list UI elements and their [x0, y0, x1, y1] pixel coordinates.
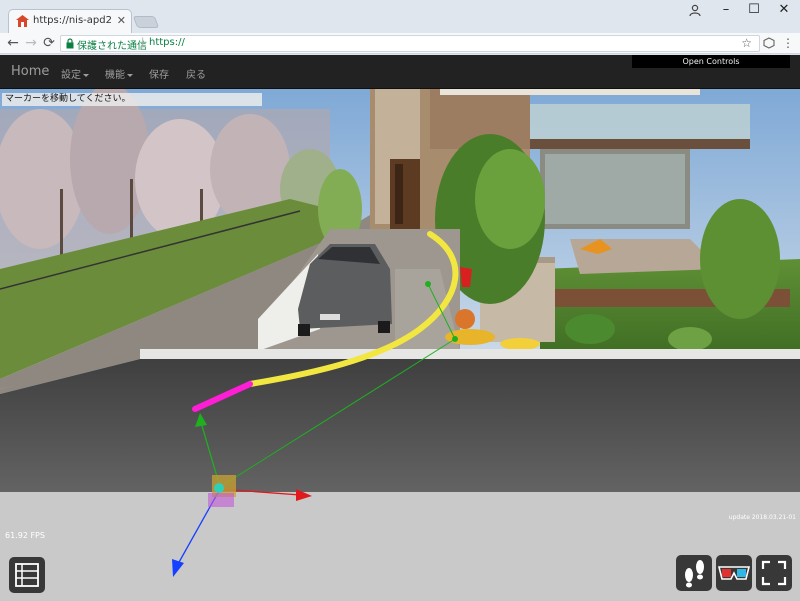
settings-menu-label: 設定 — [61, 70, 81, 81]
gizmo-center — [214, 483, 224, 493]
chevron-down-icon — [83, 73, 89, 77]
list-menu-button[interactable] — [9, 557, 45, 593]
browser-titlebar: https://nis-apd2.com/vi ✕ – ☐ ✕ — [0, 0, 800, 33]
browser-window: https://nis-apd2.com/vi ✕ – ☐ ✕ ← → ⟳ 保護… — [0, 0, 800, 601]
browser-toolbar: ← → ⟳ 保護された通信 | https:// ☆ ⋮ — [0, 33, 800, 54]
3d-glasses-icon — [717, 566, 751, 580]
fullscreen-icon — [761, 560, 787, 586]
lock-icon — [66, 38, 74, 49]
list-menu-icon — [15, 563, 39, 587]
close-window-button[interactable]: ✕ — [766, 0, 800, 22]
fullscreen-button[interactable] — [756, 555, 792, 591]
status-message: マーカーを移動してください。 — [2, 93, 262, 106]
reload-icon[interactable]: ⟳ — [40, 34, 58, 52]
extension-icon[interactable] — [763, 37, 775, 49]
secure-connection-label: 保護された通信 — [77, 41, 147, 52]
open-controls-button[interactable]: Open Controls — [632, 55, 790, 68]
features-menu[interactable]: 機能 — [105, 66, 133, 81]
walk-mode-button[interactable] — [676, 555, 712, 591]
browser-menu-icon[interactable]: ⋮ — [779, 34, 797, 52]
back-arrow-icon[interactable]: ← — [4, 34, 22, 52]
tab-close-icon[interactable]: ✕ — [117, 14, 126, 27]
update-stamp: update 2018.03.21-01 — [728, 514, 796, 521]
settings-menu[interactable]: 設定 — [61, 66, 89, 81]
footsteps-icon — [685, 560, 704, 588]
features-menu-label: 機能 — [105, 70, 125, 81]
url-text[interactable]: https:// — [149, 37, 185, 48]
curb — [140, 349, 800, 359]
tab-title: https://nis-apd2.com/vi — [33, 15, 113, 26]
bookmark-star-icon[interactable]: ☆ — [741, 36, 752, 50]
back-link[interactable]: 戻る — [186, 66, 206, 81]
forward-arrow-icon[interactable]: → — [22, 34, 40, 52]
3d-viewport[interactable]: マーカーを移動してください。 61.92 FPS update 2018.03.… — [0, 89, 800, 601]
save-link[interactable]: 保存 — [149, 66, 169, 81]
address-bar[interactable]: 保護された通信 | https:// ☆ — [60, 35, 760, 52]
fps-counter: 61.92 FPS — [5, 531, 45, 540]
3d-scene[interactable] — [0, 89, 800, 601]
house-favicon-icon — [16, 15, 29, 27]
new-tab-button[interactable] — [132, 16, 160, 28]
omnibox-separator: | — [141, 37, 145, 48]
chevron-down-icon — [127, 73, 133, 77]
home-link[interactable]: Home — [11, 64, 49, 79]
marker-red — [460, 267, 472, 287]
browser-tab[interactable]: https://nis-apd2.com/vi ✕ — [8, 9, 132, 33]
profile-icon[interactable] — [689, 4, 701, 16]
stereo-view-button[interactable] — [716, 555, 752, 591]
